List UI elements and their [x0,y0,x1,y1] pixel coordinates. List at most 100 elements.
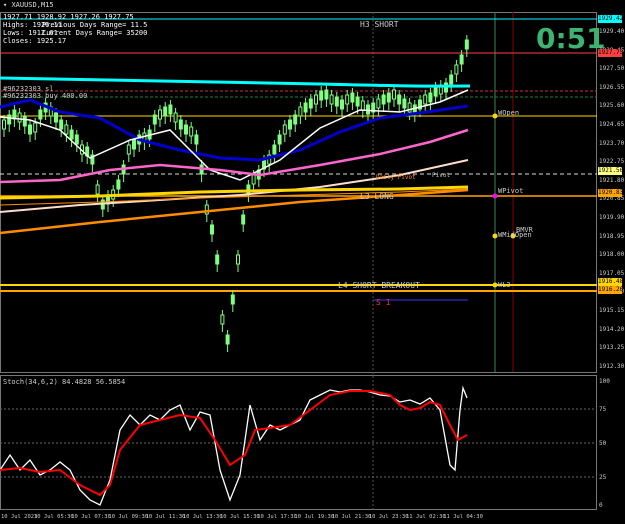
candle-body [220,314,225,325]
price-axis-label: 1919.90 [599,214,625,221]
candle-body [132,139,136,150]
order-buy-label: #96232303 buy 400.00 [3,92,88,100]
candle-body [194,134,199,145]
candle-body [22,116,27,127]
ohlc-values: 1927.71 1928.92 1927.26 1927.75 [3,13,134,21]
time-axis-label: 10 Jul 07:30 [71,514,111,520]
candle-body [428,92,433,103]
price-tag: 1916.48 [598,278,624,286]
candle-body [173,112,178,123]
candle-body [277,134,282,145]
price-axis-label: 1924.65 [599,121,625,128]
candle-body [163,106,168,117]
candle-body [350,92,355,103]
candle-body [459,54,464,65]
l4-short-breakout-label: L4 SHORT BREAKOUT [338,281,420,290]
candle-body [433,86,438,97]
time-axis-label: 10 Jul 15:30 [220,514,260,520]
time-axis-label: 10 Jul 23:30 [368,514,409,520]
candle-body [28,124,32,135]
symbol-label: XAUUSD,M15 [11,1,54,9]
candle-body [282,124,287,135]
price-axis-label: 1922.75 [599,158,625,166]
candle-body [215,254,220,265]
stoch-axis-label: 0 [599,502,603,509]
stoch-main-line [0,385,468,506]
candle-body [2,119,6,130]
daily-pivot-label: Daily Pivot [376,174,416,181]
peach-ma [0,159,469,213]
time-axis-label: 10 Jul 05:30 [34,514,74,520]
candle-body [69,129,74,140]
candle-body [386,92,391,103]
candle-body [454,64,459,75]
candle-body [355,96,360,107]
candle-body [236,254,240,265]
trading-chart-window[interactable]: ▾ XAUUSD,M15 1927.71 1928.92 1927.26 192… [0,0,625,524]
price-tag: 1920.83 [598,189,624,197]
time-axis-label: 10 Jul 2023 [1,514,38,520]
bmvr-label: BMVR [516,226,533,234]
stoch-axis-label: 75 [599,406,607,413]
h3-short-label: H3 SHORT [360,20,399,29]
wmopen-dot [492,233,498,239]
cur-range-label: Current Days Range= 35200 [42,29,148,37]
time-axis-label: 10 Jul 11:30 [145,514,186,520]
wpivot-label: WPivot [498,187,524,195]
candle-body [288,119,292,130]
time-axis-label: 10 Jul 19:30 [294,514,335,520]
price-axis-label: 1925.60 [599,102,625,110]
candle-body [95,184,100,195]
chart-canvas[interactable] [0,0,625,524]
price-axis-label: 1926.55 [599,83,625,91]
bar-timer: 0:51 [536,22,606,55]
time-axis-label: 11 Jul 04:30 [443,514,483,520]
price-axis-label: 1921.80 [599,176,625,184]
symbol-icon: ▾ [3,1,8,9]
candle-body [241,214,246,225]
candle-body [189,126,194,137]
prev-range-label: Previous Days Range= 11.5 [42,21,148,29]
candle-body [329,94,334,105]
price-tag: 1927.75 [598,49,624,57]
s1-label: S 1 [376,298,391,307]
time-axis-label: 11 Jul 02:30 [406,514,446,520]
candle-body [54,112,58,123]
candle-body [345,94,350,105]
price-tag: 1916.26 [598,286,624,294]
candle-body [303,102,308,113]
candle-body [7,114,12,125]
price-tag: 1921.56 [598,167,624,175]
candle-body [449,74,454,85]
wpivot-dot [492,193,498,199]
candle-body [225,334,230,345]
price-axis-label: 1912.30 [599,362,625,370]
wopen-label: WOpen [498,109,520,117]
candle-body [64,124,69,135]
price-axis-label: 1915.15 [599,307,625,314]
stoch-title: Stoch(34,6,2) 84.4828 56.5854 [3,378,126,386]
candle-body [381,94,386,105]
stoch-axis-label: 50 [599,440,607,447]
candle-body [59,119,64,130]
candle-body [178,119,183,130]
wl3-label: WL3 [498,281,511,289]
candle-body [376,98,381,109]
candle-body [251,174,256,185]
candle-body [314,94,318,105]
candle-body [17,112,22,123]
candle-body [423,94,428,105]
candle-body [38,109,43,120]
candle-body [184,124,188,135]
candle-body [298,106,303,117]
time-axis-label: 10 Jul 17:30 [257,514,297,520]
pivot-label: Pivot [432,172,451,179]
candle-body [230,294,235,305]
candle-body [407,102,412,113]
stoch-axis-label: 100 [599,378,610,385]
price-axis-label: 1927.50 [599,65,625,73]
candle-body [360,100,365,111]
price-axis-label: 1914.20 [599,325,625,333]
price-axis-label: 1918.00 [599,251,625,259]
cyan-ma [0,76,471,88]
